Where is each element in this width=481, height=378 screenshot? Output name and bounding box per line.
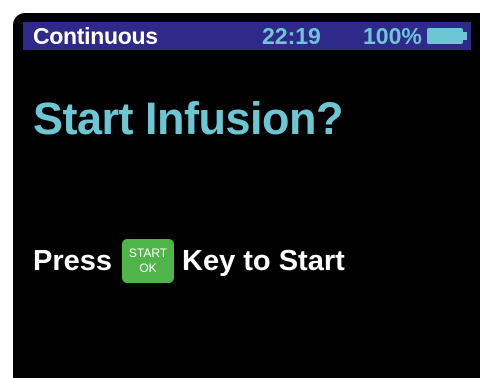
battery-full-icon	[427, 28, 467, 44]
start-prompt: Press START OK Key to Start	[33, 238, 345, 284]
prompt-text-before: Press	[33, 244, 113, 277]
screen-title: Start Infusion?	[33, 93, 343, 144]
infusion-mode-label: Continuous	[33, 23, 158, 49]
start-ok-key-icon: START OK	[122, 239, 175, 283]
status-bar: Continuous 22:19 100%	[23, 22, 471, 50]
key-label-start: START	[128, 246, 168, 260]
battery-percent: 100%	[363, 23, 422, 49]
clock: 22:19	[262, 23, 321, 49]
pump-display: Continuous 22:19 100% Start Infusion? Pr…	[13, 13, 480, 378]
key-label-ok: OK	[139, 261, 157, 275]
prompt-text-after: Key to Start	[182, 244, 345, 277]
